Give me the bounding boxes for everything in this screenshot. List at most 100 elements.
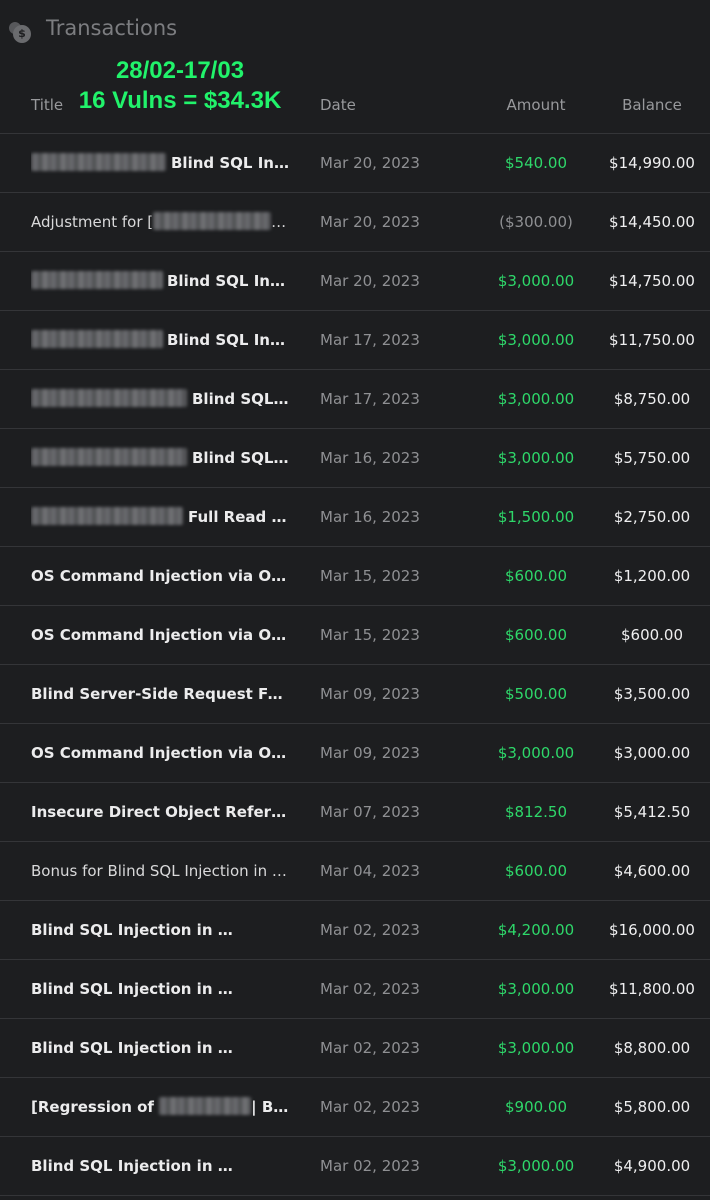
page-title: Transactions	[46, 16, 178, 40]
title-text: Adjustment for [	[31, 213, 154, 231]
annotation-total: 16 Vulns = $34.3K	[78, 87, 282, 114]
transaction-date: Mar 16, 2023	[320, 449, 420, 467]
transaction-amount: $600.00	[504, 862, 568, 880]
redacted-text	[31, 330, 163, 348]
table-row[interactable]: Bonus for Blind SQL Injection in th… Mar…	[0, 842, 710, 901]
title-text: Blind SQL Injection in	[31, 1157, 218, 1175]
title-text: Blind SQL Injection in	[31, 1039, 218, 1057]
transaction-amount: $3,000.00	[497, 272, 575, 290]
transaction-balance: $5,800.00	[613, 1098, 691, 1116]
transaction-title[interactable]: Insecure Direct Object Reference …	[31, 783, 289, 841]
summary-annotation: 28/02-17/03 16 Vulns = $34.3K	[60, 56, 300, 116]
transaction-title[interactable]: OS Command Injection via Origin…	[31, 724, 289, 782]
transaction-balance: $4,600.00	[613, 862, 691, 880]
title-text: Blind SQL …	[192, 449, 289, 467]
table-row[interactable]: Blind SQL Injection in Mar 02, 2023 $4,2…	[0, 901, 710, 960]
page-header: $ Transactions	[0, 0, 710, 62]
title-text-suffix: | Blind…	[251, 1098, 289, 1116]
redacted-text	[31, 448, 187, 466]
table-row[interactable]: Blind Server-Side Request Forger… Mar 09…	[0, 665, 710, 724]
transaction-date: Mar 15, 2023	[320, 567, 420, 585]
table-row[interactable]: Full Read S… Mar 16, 2023 $1,500.00 $2,7…	[0, 488, 710, 547]
table-row[interactable]: Blind SQL Injection in Mar 02, 2023 $3,0…	[0, 960, 710, 1019]
transaction-amount: $3,000.00	[497, 331, 575, 349]
transaction-balance: $2,750.00	[613, 508, 691, 526]
transaction-title[interactable]: Blind SQL Inje…	[31, 311, 289, 369]
redacted-text	[159, 1097, 252, 1115]
transaction-amount: $600.00	[504, 567, 568, 585]
transaction-title[interactable]: Blind SQL Injection in	[31, 901, 289, 959]
transaction-title[interactable]: Blind SQL Injection in	[31, 1019, 289, 1077]
transaction-date: Mar 02, 2023	[320, 921, 420, 939]
transaction-balance: $16,000.00	[609, 921, 695, 939]
transaction-title[interactable]: Blind SQL Inj…	[31, 134, 289, 192]
transaction-title[interactable]: Blind Server-Side Request Forger…	[31, 665, 289, 723]
transaction-amount: $3,000.00	[497, 980, 575, 998]
transaction-title[interactable]: [Regression of | Blind…	[31, 1078, 289, 1136]
transaction-amount: $500.00	[504, 685, 568, 703]
column-header-amount[interactable]: Amount	[480, 96, 592, 114]
transaction-balance: $11,800.00	[609, 980, 695, 998]
transaction-date: Mar 02, 2023	[320, 980, 420, 998]
transaction-title[interactable]: Adjustment for [] …	[31, 193, 289, 251]
transaction-date: Mar 20, 2023	[320, 154, 420, 172]
table-row[interactable]: [Regression of | Blind… Mar 02, 2023 $90…	[0, 1078, 710, 1137]
transaction-amount: $3,000.00	[497, 449, 575, 467]
transaction-balance: $8,750.00	[613, 390, 691, 408]
redacted-text	[31, 507, 183, 525]
transaction-amount: $1,500.00	[497, 508, 575, 526]
transaction-balance: $11,750.00	[609, 331, 695, 349]
transaction-balance: $1,200.00	[613, 567, 691, 585]
transaction-date: Mar 02, 2023	[320, 1157, 420, 1175]
annotation-date-range: 28/02-17/03	[115, 57, 245, 84]
transaction-amount: $3,000.00	[497, 390, 575, 408]
table-row[interactable]: Adjustment for [] … Mar 20, 2023 ($300.0…	[0, 193, 710, 252]
transaction-date: Mar 16, 2023	[320, 508, 420, 526]
transaction-title[interactable]: Bonus for Blind SQL Injection in th…	[31, 842, 289, 900]
table-row[interactable]: Blind SQL Inje… Mar 20, 2023 $3,000.00 $…	[0, 252, 710, 311]
transaction-title[interactable]: Blind SQL Injection in	[31, 1137, 289, 1195]
transaction-title[interactable]: Blind SQL Inje…	[31, 252, 289, 310]
title-text: Blind SQL Injection in	[31, 980, 218, 998]
table-row[interactable]: OS Command Injection via Origin… Mar 09,…	[0, 724, 710, 783]
transaction-balance: $3,500.00	[613, 685, 691, 703]
transaction-date: Mar 04, 2023	[320, 862, 420, 880]
transaction-date: Mar 09, 2023	[320, 685, 420, 703]
transaction-balance: $14,750.00	[609, 272, 695, 290]
transaction-date: Mar 02, 2023	[320, 1039, 420, 1057]
transaction-title[interactable]: Blind SQL …	[31, 429, 289, 487]
column-header-date[interactable]: Date	[320, 96, 356, 114]
table-row[interactable]: Insecure Direct Object Reference … Mar 0…	[0, 783, 710, 842]
table-row[interactable]: Blind SQL Inj… Mar 20, 2023 $540.00 $14,…	[0, 134, 710, 193]
transaction-balance: $3,000.00	[613, 744, 691, 762]
transaction-title[interactable]: Blind SQL …	[31, 370, 289, 428]
transaction-title[interactable]: Full Read S…	[31, 488, 289, 546]
transaction-title[interactable]: OS Command Injection via Origin…	[31, 547, 289, 605]
transaction-balance: $4,900.00	[613, 1157, 691, 1175]
table-row[interactable]: Blind SQL … Mar 16, 2023 $3,000.00 $5,75…	[0, 429, 710, 488]
table-row[interactable]: Blind SQL … Mar 17, 2023 $3,000.00 $8,75…	[0, 370, 710, 429]
title-text: Blind SQL Injection in	[31, 921, 218, 939]
title-text: Blind SQL Inje…	[167, 272, 289, 290]
transaction-date: Mar 15, 2023	[320, 626, 420, 644]
transaction-title[interactable]: OS Command Injection via Origin…	[31, 606, 289, 664]
coins-icon: $	[9, 22, 31, 43]
table-row[interactable]: Blind SQL Injection in Mar 02, 2023 $3,0…	[0, 1137, 710, 1196]
transaction-title[interactable]: Blind SQL Injection in	[31, 960, 289, 1018]
transaction-amount: $812.50	[504, 803, 568, 821]
column-header-title[interactable]: Title	[31, 96, 63, 114]
redacted-text	[153, 212, 272, 230]
table-row[interactable]: OS Command Injection via Origin… Mar 15,…	[0, 547, 710, 606]
redacted-text	[31, 271, 163, 289]
table-row[interactable]: Blind SQL Injection in Mar 02, 2023 $3,0…	[0, 1019, 710, 1078]
table-row[interactable]: OS Command Injection via Origin… Mar 15,…	[0, 606, 710, 665]
redacted-text	[31, 389, 187, 407]
table-row[interactable]: Blind SQL Inje… Mar 17, 2023 $3,000.00 $…	[0, 311, 710, 370]
transaction-amount: ($300.00)	[499, 213, 573, 231]
transactions-page: $ Transactions Title Date Amount Balance…	[0, 0, 710, 1200]
title-text: Blind SQL Inj…	[171, 154, 289, 172]
transaction-date: Mar 20, 2023	[320, 272, 420, 290]
transaction-balance: $8,800.00	[613, 1039, 691, 1057]
transaction-balance: $5,412.50	[613, 803, 691, 821]
column-header-balance[interactable]: Balance	[600, 96, 704, 114]
